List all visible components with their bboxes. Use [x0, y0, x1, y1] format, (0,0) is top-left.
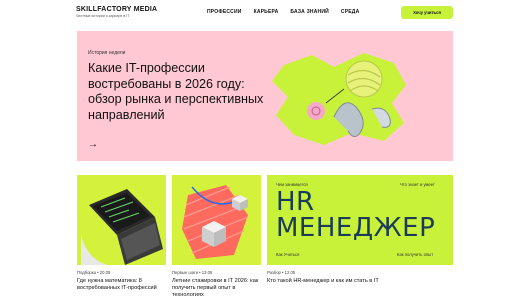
main-nav: ПРОФЕССИИ КАРЬЕРА БАЗА ЗНАНИЙ СРЕДА — [207, 9, 359, 15]
hr-big-line-2: МЕНЕДЖЕР — [276, 213, 436, 243]
article-card-math[interactable]: Подборка • 20.05 Где нужна математика: 8… — [77, 175, 166, 292]
card-title: Летние стажировки в IT 2026: как получит… — [172, 278, 259, 298]
article-card-hr-manager[interactable]: Чем занимается Что знает и умеет HR МЕНЕ… — [267, 175, 453, 285]
logo[interactable]: SKILLFACTORY MEDIA Честные истории о кар… — [76, 6, 157, 19]
card-image — [172, 175, 261, 265]
cubes-illustration — [182, 185, 249, 259]
hr-big-line-1: HR — [276, 187, 315, 217]
card-title: Где нужна математика: 8 востребованных I… — [77, 278, 157, 291]
site-header: SKILLFACTORY MEDIA Честные истории о кар… — [0, 0, 530, 26]
card-image: Чем занимается Что знает и умеет HR МЕНЕ… — [267, 175, 453, 265]
laptop-code-illustration — [81, 189, 163, 265]
logo-title: SKILLFACTORY MEDIA — [76, 6, 158, 13]
nav-item-professions[interactable]: ПРОФЕССИИ — [207, 9, 242, 15]
nav-item-career[interactable]: КАРЬЕРА — [254, 9, 279, 15]
hero-title: Какие IT-профессии востребованы в 2026 г… — [88, 61, 264, 122]
card-image — [77, 175, 166, 265]
card-meta: Подборка • 20.05 — [77, 270, 111, 275]
nav-item-knowledge-base[interactable]: БАЗА ЗНАНИЙ — [290, 9, 329, 15]
card-meta: Первые шаги • 13.05 — [172, 270, 213, 275]
want-to-learn-button[interactable]: Хочу учиться — [401, 6, 453, 19]
card-meta: Разбор • 12.05 — [267, 270, 296, 275]
hr-label-bottom-left: Как Учиться — [276, 252, 300, 257]
card-title: Кто такой HR-менеджер и как им стать в I… — [267, 278, 379, 284]
hero-illustration — [272, 53, 406, 145]
hr-label-bottom-right: Как получить опыт — [397, 252, 434, 257]
hr-label-top-right: Что знает и умеет — [400, 182, 435, 187]
hr-big-title: HR МЕНЕДЖЕР — [276, 189, 435, 241]
logo-subtitle: Честные истории о карьере в IT — [76, 14, 130, 18]
hero-card[interactable]: История недели Какие IT-профессии востре… — [77, 31, 453, 161]
article-card-internships[interactable]: Первые шаги • 13.05 Летние стажировки в … — [172, 175, 261, 299]
arrow-right-icon: → — [88, 139, 98, 150]
hero-tag: История недели — [88, 50, 126, 56]
nav-item-environment[interactable]: СРЕДА — [341, 9, 359, 15]
